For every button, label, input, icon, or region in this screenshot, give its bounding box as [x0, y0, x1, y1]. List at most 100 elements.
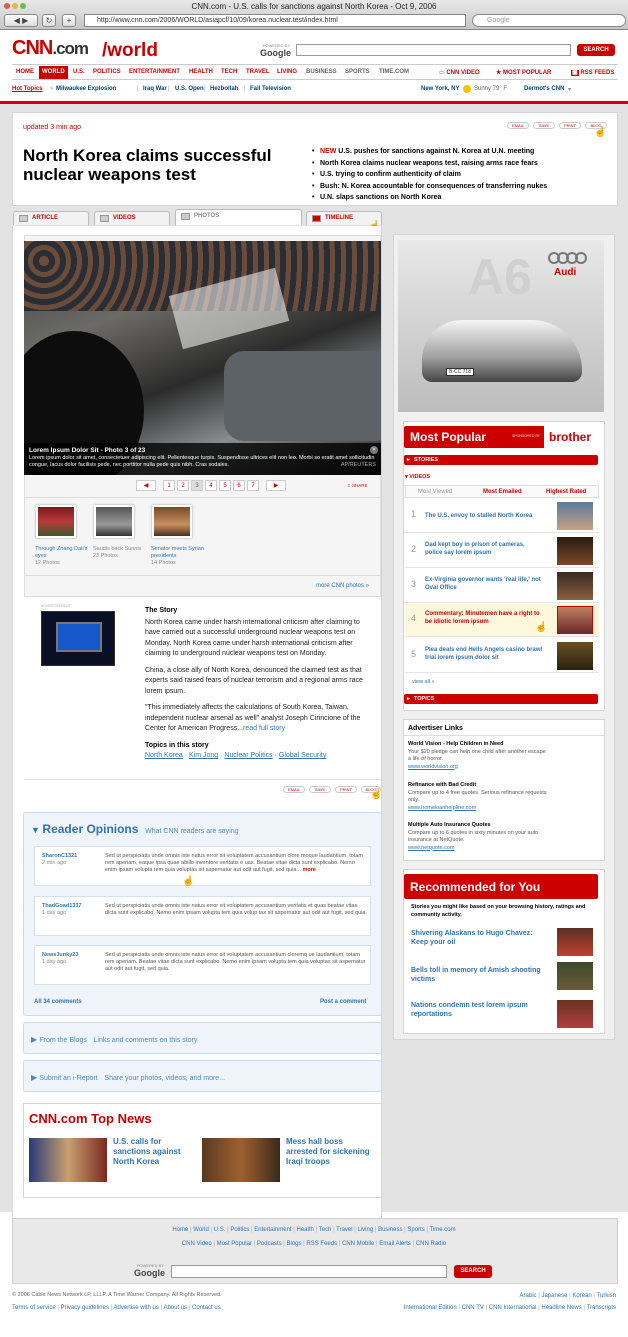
personal-cnn-link[interactable]: Dermot's CNN — [524, 86, 564, 92]
save-button[interactable]: SAVE — [309, 786, 331, 793]
sort-most-viewed[interactable]: Most Viewed — [418, 489, 452, 495]
footer-link[interactable]: Home — [172, 1227, 188, 1233]
nav-entertainment[interactable]: ENTERTAINMENT — [129, 69, 180, 75]
footer-search-input[interactable] — [171, 1265, 447, 1278]
print-button[interactable]: PRINT — [335, 786, 357, 793]
highlight-item[interactable]: NEW U.S. pushes for sanctions against N.… — [312, 146, 612, 158]
hot-topic-link[interactable]: U.S. Open — [175, 86, 204, 92]
nav-us[interactable]: U.S. — [73, 69, 85, 75]
nav-tech[interactable]: TECH — [221, 69, 237, 75]
recommended-thumb[interactable] — [557, 1000, 593, 1028]
nav-health[interactable]: HEALTH — [189, 69, 213, 75]
tab-article[interactable]: ARTICLE — [13, 211, 89, 225]
footer-link[interactable]: RSS Feeds — [306, 1241, 337, 1247]
sort-most-emailed[interactable]: Most Emailed — [483, 489, 522, 495]
popular-item[interactable]: 3 Ex-Virginia governor wants 'real life,'… — [405, 570, 599, 603]
print-button[interactable]: PRINT — [559, 122, 581, 129]
thumb-caption[interactable]: Saudis back Sunnis 23 Photos — [93, 546, 148, 560]
legal-link[interactable]: About us — [163, 1305, 187, 1311]
edition-link[interactable]: International Edition — [404, 1305, 457, 1311]
legal-link[interactable]: Terms of service — [12, 1305, 56, 1311]
footer-link[interactable]: Blogs — [286, 1241, 301, 1247]
email-button[interactable]: EMAIL — [507, 122, 529, 129]
videos-tab[interactable]: ▾ VIDEOS — [405, 474, 430, 480]
footer-link[interactable]: Most Popular — [217, 1241, 252, 1247]
gallery-thumb[interactable] — [152, 505, 192, 538]
footer-link[interactable]: Time.com — [430, 1227, 456, 1233]
topic-link[interactable]: Nuclear Politics — [224, 752, 272, 759]
save-button[interactable]: SAVE — [533, 122, 555, 129]
footer-link[interactable]: Travel — [336, 1227, 352, 1233]
edition-link[interactable]: CNN TV — [462, 1305, 484, 1311]
audi-ad[interactable]: A6 Audi B·CC 718 — [398, 240, 604, 412]
footer-link[interactable]: Email Alerts — [379, 1241, 411, 1247]
footer-link[interactable]: Entertainment — [254, 1227, 291, 1233]
all-comments-link[interactable]: All 34 comments — [34, 999, 82, 1005]
gallery-thumb[interactable] — [94, 505, 134, 538]
ad-link[interactable]: Multiple Auto Insurance Quotes Compare up… — [408, 822, 548, 852]
gallery-thumb[interactable] — [36, 505, 76, 538]
more-link[interactable]: more — [303, 867, 316, 873]
reload-button[interactable]: ↻ — [42, 14, 56, 27]
language-link[interactable]: Japanese — [541, 1293, 567, 1299]
footer-link[interactable]: U.S. — [214, 1227, 226, 1233]
ad-link-url[interactable]: www.netquote.com — [408, 845, 454, 851]
read-full-story-link[interactable]: read full story — [243, 725, 285, 732]
add-bookmark-button[interactable]: + — [62, 14, 76, 27]
chevron-down-icon[interactable]: ▾ — [568, 86, 571, 93]
page-link[interactable]: 5 — [219, 480, 231, 491]
language-link[interactable]: Korean — [572, 1293, 591, 1299]
topic-link[interactable]: North Korea — [145, 752, 183, 759]
more-photos-link[interactable]: more CNN photos » — [316, 583, 369, 589]
post-comment-link[interactable]: Post a comment — [320, 999, 366, 1005]
popular-item[interactable]: 2 Dad kept boy in prison of cameras, poli… — [405, 535, 599, 568]
email-button[interactable]: EMAIL — [283, 786, 305, 793]
hot-topic-link[interactable]: Fall Television — [250, 86, 291, 92]
recommended-link[interactable]: Bells toll in memory of Amish shooting v… — [411, 966, 541, 984]
top-news-link[interactable]: U.S. calls for sanctions against North K… — [113, 1137, 193, 1167]
popular-item[interactable]: 5 Plea deals end Hells Angels casino braw… — [405, 640, 599, 673]
footer-link[interactable]: CNN Video — [182, 1241, 212, 1247]
page-link[interactable]: 4 — [205, 480, 217, 491]
nav-living[interactable]: LIVING — [277, 69, 297, 75]
edition-link[interactable]: Headline News — [541, 1305, 581, 1311]
popular-link[interactable]: Commentary: Minutemen have a right to be… — [425, 610, 543, 626]
page-link[interactable]: 6 — [233, 480, 245, 491]
nav-timecom[interactable]: TIME.COM — [379, 69, 409, 75]
ad-link-url[interactable]: www.worldvision.org — [408, 764, 458, 770]
nav-home[interactable]: HOME — [16, 69, 34, 75]
highlight-item[interactable]: U.S. trying to confirm authenticity of c… — [312, 169, 612, 181]
footer-link[interactable]: Sports — [407, 1227, 424, 1233]
page-link[interactable]: 2 — [177, 480, 189, 491]
address-bar[interactable]: http://www.cnn.com/2006/WORLD/asiapcf/10… — [84, 14, 466, 27]
back-forward-buttons[interactable]: ◀ ▶ — [4, 14, 38, 27]
sort-highest-rated[interactable]: Highest Rated — [546, 489, 586, 495]
hot-topic-link[interactable]: Iraq War — [143, 86, 167, 92]
weather-location[interactable]: New York, NY — [421, 86, 459, 92]
highlight-item[interactable]: Bush: N. Korea accountable for consequen… — [312, 181, 612, 193]
recommended-link[interactable]: Nations condemn test lorem ipsum reporta… — [411, 1001, 541, 1019]
legal-link[interactable]: Contact us — [192, 1305, 221, 1311]
top-news-image[interactable] — [29, 1138, 107, 1182]
footer-link[interactable]: Politics — [230, 1227, 249, 1233]
thumb-caption[interactable]: Through Zhang Dali's eyes 12 Photos — [35, 546, 90, 567]
popular-link[interactable]: The U.S. envoy to stalled North Korea — [425, 512, 543, 520]
nav-most-popular[interactable]: ★ MOST POPULAR — [496, 69, 551, 76]
recommended-link[interactable]: Shivering Alaskans to Hugo Chavez: Keep … — [411, 929, 541, 947]
legal-link[interactable]: Advertise with us — [114, 1305, 159, 1311]
footer-link[interactable]: CNN Radio — [416, 1241, 446, 1247]
nav-business[interactable]: BUSINESS — [306, 69, 337, 75]
popular-item[interactable]: 1 The U.S. envoy to stalled North Korea — [405, 500, 599, 533]
recommended-thumb[interactable] — [557, 962, 593, 990]
nav-rss-feeds[interactable]: ▣ RSS FEEDS — [571, 69, 614, 76]
legal-link[interactable]: Privacy guidelines — [61, 1305, 109, 1311]
hot-topic-link[interactable]: Milwaukee Explosion — [56, 86, 116, 92]
highlight-item[interactable]: North Korea claims nuclear weapons test,… — [312, 158, 612, 170]
gallery-photo[interactable] — [24, 241, 381, 475]
site-search-button[interactable]: SEARCH — [577, 44, 615, 56]
page-link[interactable]: 7 — [247, 480, 259, 491]
browser-search-field[interactable]: Google — [472, 14, 626, 27]
popular-link[interactable]: Ex-Virginia governor wants 'real life,' … — [425, 576, 543, 592]
footer-link[interactable]: CNN Mobile — [342, 1241, 374, 1247]
stories-tab[interactable]: ▸ STORIES — [404, 455, 598, 465]
